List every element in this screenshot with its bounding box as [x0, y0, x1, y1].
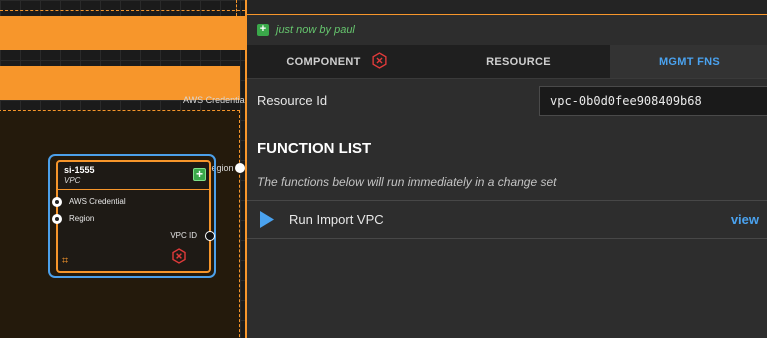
function-name: Run Import VPC: [289, 212, 384, 227]
resource-id-field[interactable]: vpc-0b0d0fee908409b68: [539, 86, 767, 116]
panel-header: VPC: [247, 0, 767, 15]
plus-icon: +: [257, 24, 269, 36]
node-subtitle: VPC: [64, 176, 81, 185]
function-list-description: The functions below will run immediately…: [257, 175, 557, 189]
tab-component[interactable]: COMPONENT: [247, 45, 427, 78]
view-link[interactable]: view: [731, 212, 759, 227]
frame-border: [236, 0, 237, 16]
tab-label: COMPONENT: [286, 55, 361, 68]
tab-mgmt-fns[interactable]: MGMT FNS: [610, 45, 767, 78]
resource-id-label: Resource Id: [257, 93, 328, 108]
play-icon[interactable]: [259, 211, 275, 233]
node-title: si-1555: [64, 165, 95, 175]
tab-resource[interactable]: RESOURCE: [427, 45, 610, 78]
frame-socket-label-aws-credential: AWS Credential: [183, 95, 245, 105]
updated-text: just now by paul: [276, 24, 355, 36]
frame-icon: ⌗: [62, 255, 69, 267]
plus-icon[interactable]: +: [193, 168, 206, 181]
component-node[interactable]: si-1555 VPC + AWS Credential Region VPC …: [52, 160, 215, 273]
details-panel: VPC + just now by paul COMPONENT RESOURC…: [245, 0, 767, 338]
panel-header-title: VPC: [362, 0, 383, 3]
node-header: si-1555 VPC +: [58, 162, 209, 190]
diagram-canvas[interactable]: AWS Credential Region si-1555 VPC + AWS …: [0, 0, 245, 338]
function-list-title: FUNCTION LIST: [257, 140, 372, 157]
function-row[interactable]: Run Import VPC view: [247, 200, 767, 239]
error-hexagon-icon[interactable]: [171, 248, 187, 269]
error-hexagon-icon: [371, 51, 388, 72]
input-socket[interactable]: [52, 197, 62, 207]
input-socket[interactable]: [52, 214, 62, 224]
frame-header-bar[interactable]: [0, 16, 245, 50]
tab-label: RESOURCE: [486, 55, 551, 68]
input-socket-label: AWS Credential: [69, 197, 126, 206]
output-socket-label: VPC ID: [170, 231, 197, 240]
tab-label: MGMT FNS: [658, 55, 721, 68]
tab-bar: COMPONENT RESOURCE MGMT FNS: [247, 45, 767, 79]
frame-border: [0, 10, 245, 11]
output-socket[interactable]: [205, 231, 215, 241]
input-socket-label: Region: [69, 214, 95, 223]
frame-output-socket[interactable]: [235, 163, 245, 173]
updated-info: + just now by paul: [257, 22, 355, 38]
